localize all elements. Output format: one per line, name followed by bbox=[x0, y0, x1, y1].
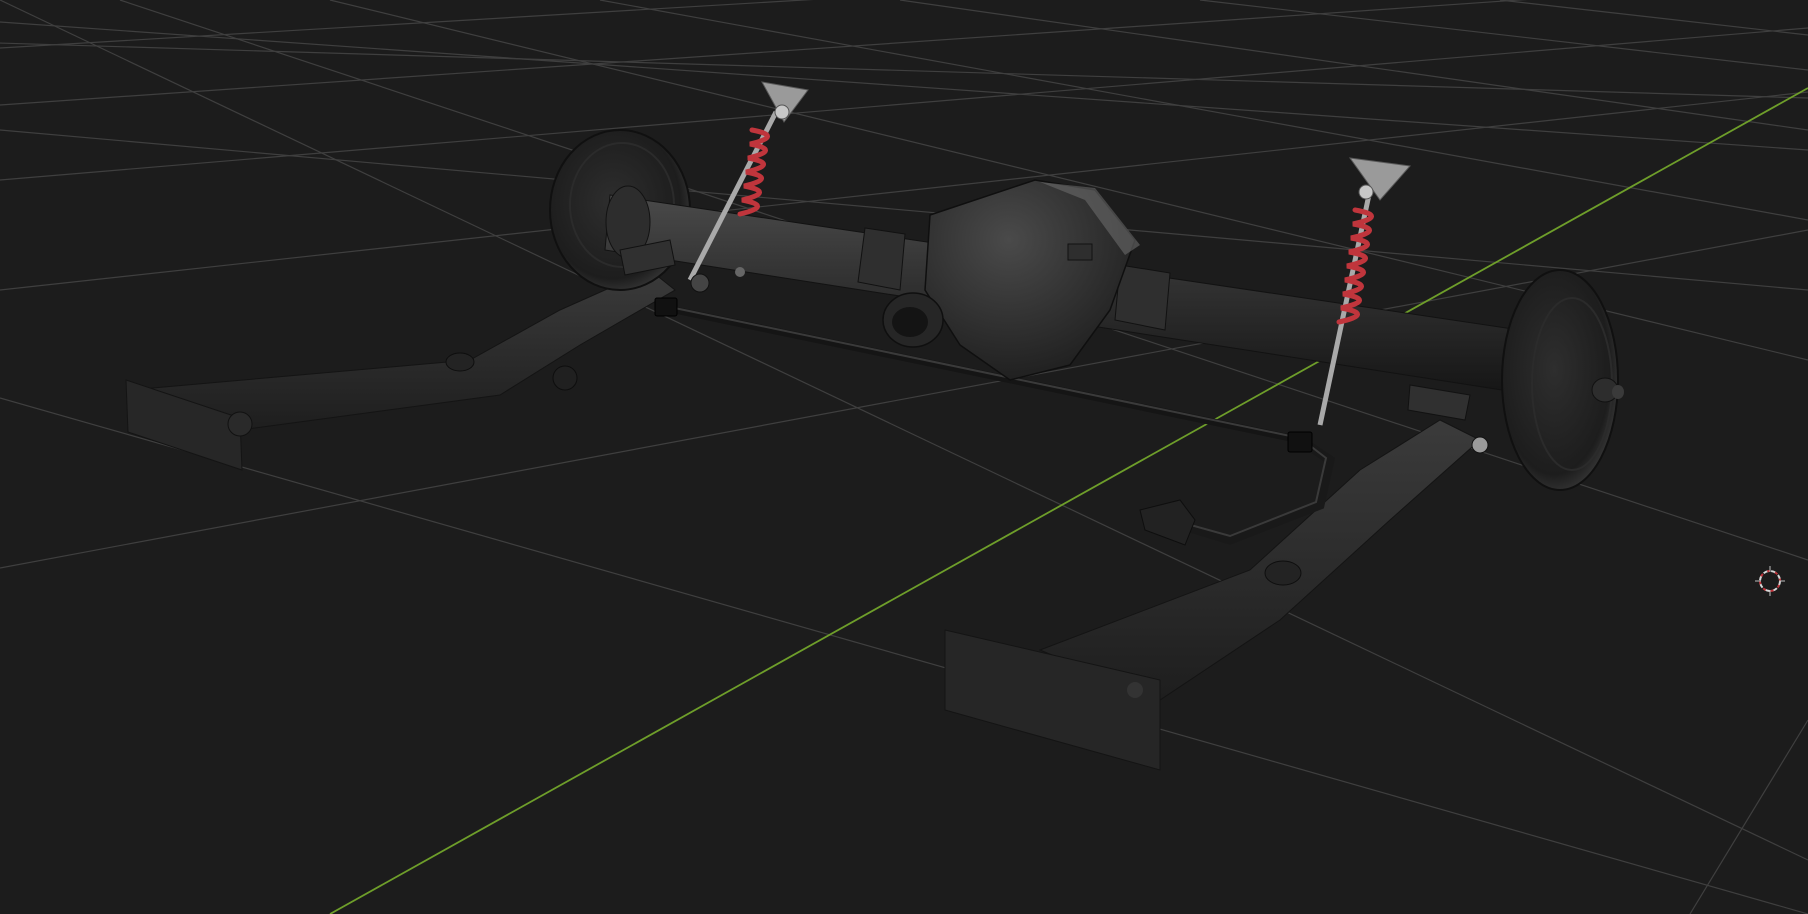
right-brake-drum[interactable] bbox=[1501, 269, 1624, 491]
3d-viewport[interactable] bbox=[0, 0, 1808, 914]
rear-axle-model[interactable] bbox=[125, 81, 1624, 771]
right-shock-absorber[interactable] bbox=[1317, 157, 1411, 426]
3d-cursor-icon[interactable] bbox=[1755, 566, 1785, 596]
3d-cursor-graphic bbox=[1755, 566, 1785, 596]
viewport-canvas[interactable] bbox=[0, 0, 1808, 914]
right-trailing-arm[interactable] bbox=[944, 419, 1481, 771]
left-trailing-arm[interactable] bbox=[125, 269, 676, 471]
